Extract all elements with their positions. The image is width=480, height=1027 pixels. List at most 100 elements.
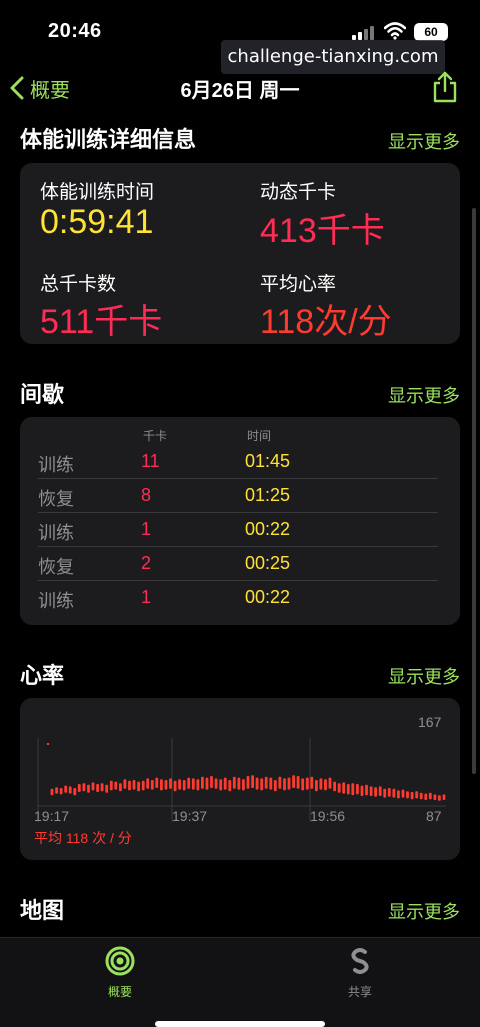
metric-value-total-calories: 511千卡 (40, 303, 163, 341)
workout-details-title: 体能训练详细信息 (20, 127, 197, 152)
metric-label-active-calories: 动态千卡 (260, 182, 337, 203)
heart-rate-bar (173, 780, 177, 792)
intervals-more-link[interactable]: 显示更多 (388, 382, 460, 408)
tab-summary-label: 概要 (107, 985, 132, 999)
heart-rate-bar (433, 794, 437, 800)
interval-calories: 8 (141, 485, 152, 505)
heart-rate-bar (77, 784, 81, 792)
metric-value-avg-heart-rate: 118次/分 (260, 303, 392, 341)
heart-rate-bar (392, 788, 396, 798)
x-tick-label: 19:17 (34, 808, 70, 824)
tab-summary[interactable]: 概要 (90, 946, 150, 1000)
heart-rate-card[interactable]: 167 87 19:17 19:37 19:56 平均 118 次 / 分 (20, 698, 460, 860)
heart-rate-bar (328, 777, 332, 789)
interval-calories: 11 (141, 451, 160, 471)
heart-rate-bar (96, 784, 99, 792)
heart-rate-bar (160, 779, 163, 791)
heart-rate-max-label: 167 (418, 714, 442, 730)
heart-rate-bar (64, 785, 68, 793)
interval-calories: 1 (141, 587, 152, 607)
heart-rate-bar (214, 778, 218, 789)
heart-rate-bar (109, 780, 113, 791)
heart-rate-bar (219, 779, 223, 791)
heart-rate-bar (397, 790, 400, 799)
heart-rate-bar (351, 783, 355, 796)
interval-row: 训练 1 00:22 (20, 513, 460, 547)
heart-rate-bar (164, 780, 168, 790)
heart-rate-bar (415, 791, 419, 799)
cellular-signal-icon (352, 26, 374, 40)
activity-rings-icon (105, 946, 135, 976)
heart-rate-bar (292, 775, 295, 788)
navigation-bar: 概要 6月26日 周一 (0, 64, 480, 112)
heart-rate-bar (255, 777, 259, 790)
heart-rate-bar (406, 791, 409, 799)
workout-metrics-card: 体能训练时间 0:59:41 动态千卡 413千卡 总千卡数 511千卡 平均心… (20, 163, 460, 344)
heart-rate-bar (210, 776, 213, 788)
heart-rate-bar (191, 778, 195, 790)
heart-rate-bar (387, 788, 391, 797)
heart-rate-bar (178, 779, 181, 790)
heart-rate-bar (196, 779, 200, 791)
heart-rate-bar (315, 780, 318, 792)
heart-rate-bar (137, 781, 140, 792)
heart-rate-bar (223, 777, 227, 790)
heart-rate-bar (141, 780, 145, 791)
interval-calories: 2 (141, 553, 152, 573)
heart-rate-bar (428, 792, 432, 800)
scrollbar[interactable] (472, 208, 476, 774)
heart-rate-bar (50, 788, 54, 796)
heart-rate-bar (182, 780, 186, 791)
heart-rate-bar (273, 780, 277, 792)
intervals-card: 千卡 时间 训练 11 01:45 恢复 8 01:25 训练 1 00:22 … (20, 417, 460, 625)
heart-rate-bar (324, 779, 327, 791)
interval-time: 00:22 (245, 519, 291, 539)
heart-rate-bar (105, 784, 109, 793)
heart-rate-bar (269, 777, 273, 790)
heart-rate-bar (333, 781, 336, 792)
intervals-col-time: 时间 (247, 429, 272, 443)
x-tick-label: 19:37 (172, 808, 208, 824)
interval-calories: 1 (141, 519, 152, 539)
heart-rate-bar (342, 782, 346, 794)
heart-rate-bar (301, 778, 305, 791)
interval-time: 01:45 (245, 451, 291, 471)
heart-rate-bar (264, 776, 268, 789)
intervals-title: 间歇 (20, 382, 65, 407)
heart-rate-bar (337, 783, 341, 793)
home-indicator (155, 1021, 325, 1027)
heart-rate-bar (155, 777, 159, 788)
heart-rate-more-link[interactable]: 显示更多 (388, 663, 460, 689)
heart-rate-bar (378, 786, 382, 796)
heart-rate-bar (205, 777, 209, 790)
heart-rate-bar (287, 777, 291, 790)
metric-value-active-calories: 413千卡 (260, 212, 385, 250)
status-time: 20:46 (48, 20, 102, 42)
sharing-icon (351, 948, 369, 974)
heart-rate-bar (169, 778, 172, 789)
interval-time: 00:22 (245, 587, 291, 607)
workout-details-more-link[interactable]: 显示更多 (388, 128, 460, 154)
share-icon[interactable] (430, 70, 460, 104)
tab-sharing[interactable]: 共享 (330, 946, 390, 1000)
map-more-link[interactable]: 显示更多 (388, 898, 460, 924)
heart-rate-bar (369, 786, 373, 796)
heart-rate-bar (383, 788, 387, 798)
interval-row: 恢复 2 00:25 (20, 547, 460, 581)
heart-rate-bar (401, 789, 405, 798)
metric-value-workout-time: 0:59:41 (40, 203, 154, 241)
heart-rate-bar (114, 781, 118, 790)
heart-rate-bar (319, 778, 323, 790)
heart-rate-bar (296, 776, 300, 789)
heart-rate-bar (228, 780, 232, 792)
interval-row: 训练 11 01:45 (20, 445, 460, 479)
heart-rate-bar (55, 787, 58, 794)
heart-rate-bar (365, 784, 368, 796)
interval-row: 恢复 8 01:25 (20, 479, 460, 513)
interval-time: 01:25 (245, 485, 291, 505)
heart-rate-bar (310, 776, 314, 789)
heart-rate-average: 平均 118 次 / 分 (34, 830, 132, 846)
heart-rate-bar (419, 792, 423, 800)
heart-rate-title: 心率 (20, 663, 65, 688)
heart-rate-bar (119, 783, 122, 792)
